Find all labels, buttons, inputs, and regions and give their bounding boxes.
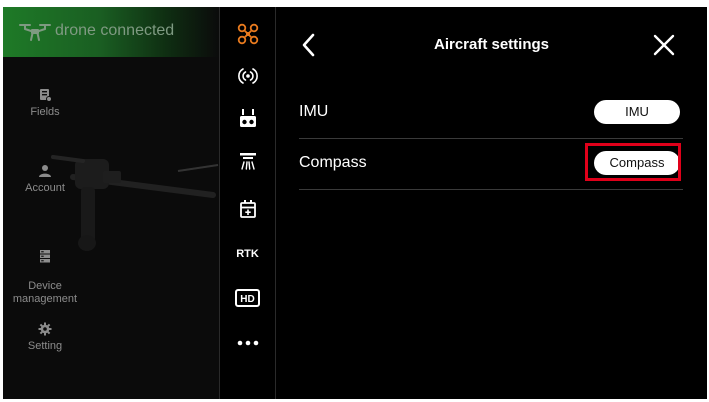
battery-icon: [239, 200, 256, 218]
sidebar-item-label: Account: [25, 182, 65, 194]
sidebar-item-fields[interactable]: Fields: [3, 88, 87, 119]
aircraft-settings-panel: Aircraft settings IMU IMU Compass Compas…: [276, 7, 707, 399]
remote-controller-icon: [239, 109, 256, 127]
hd-video-icon: HD: [235, 289, 260, 307]
connection-status: drone connected: [55, 22, 175, 39]
screenshot-frame: drone connected Fields Account Device ma…: [0, 0, 709, 402]
settings-row-imu: IMU IMU: [299, 88, 683, 139]
category-rtk[interactable]: RTK: [220, 242, 275, 266]
more-icon: [237, 340, 258, 346]
category-more[interactable]: [220, 331, 275, 355]
device-management-icon: [40, 250, 50, 263]
radar-icon: [237, 68, 258, 84]
sidebar-item-label: Fields: [30, 106, 60, 118]
connection-banner[interactable]: drone connected: [3, 7, 219, 57]
sidebar: drone connected Fields Account Device ma…: [3, 7, 219, 399]
settings-category-strip: RTK HD: [220, 7, 275, 399]
account-icon: [39, 165, 51, 177]
sidebar-item-device-management[interactable]: Device management: [3, 236, 87, 306]
sidebar-item-setting[interactable]: Setting: [3, 322, 87, 353]
app-window: drone connected Fields Account Device ma…: [3, 7, 707, 399]
hd-label: HD: [240, 294, 255, 305]
category-remote-controller[interactable]: [220, 106, 275, 130]
category-spray[interactable]: [220, 149, 275, 173]
drone-icon: [19, 24, 51, 41]
highlight-box: [585, 143, 681, 181]
sidebar-item-label: Setting: [27, 340, 63, 352]
spray-icon: [239, 153, 256, 170]
rtk-label: RTK: [236, 248, 259, 260]
row-label: IMU: [299, 103, 329, 120]
category-hd-video[interactable]: HD: [220, 286, 275, 310]
fields-icon: [40, 89, 52, 102]
category-battery[interactable]: [220, 197, 275, 221]
category-aircraft[interactable]: [220, 22, 275, 46]
gear-icon: [38, 322, 52, 336]
close-icon[interactable]: [651, 32, 677, 58]
imu-calibrate-button[interactable]: IMU: [594, 100, 680, 124]
sidebar-item-label: Device management: [12, 280, 78, 305]
row-label: Compass: [299, 154, 367, 171]
category-radar[interactable]: [220, 64, 275, 88]
page-title: Aircraft settings: [433, 36, 550, 53]
aircraft-icon: [237, 23, 258, 45]
sidebar-item-account[interactable]: Account: [3, 164, 87, 195]
